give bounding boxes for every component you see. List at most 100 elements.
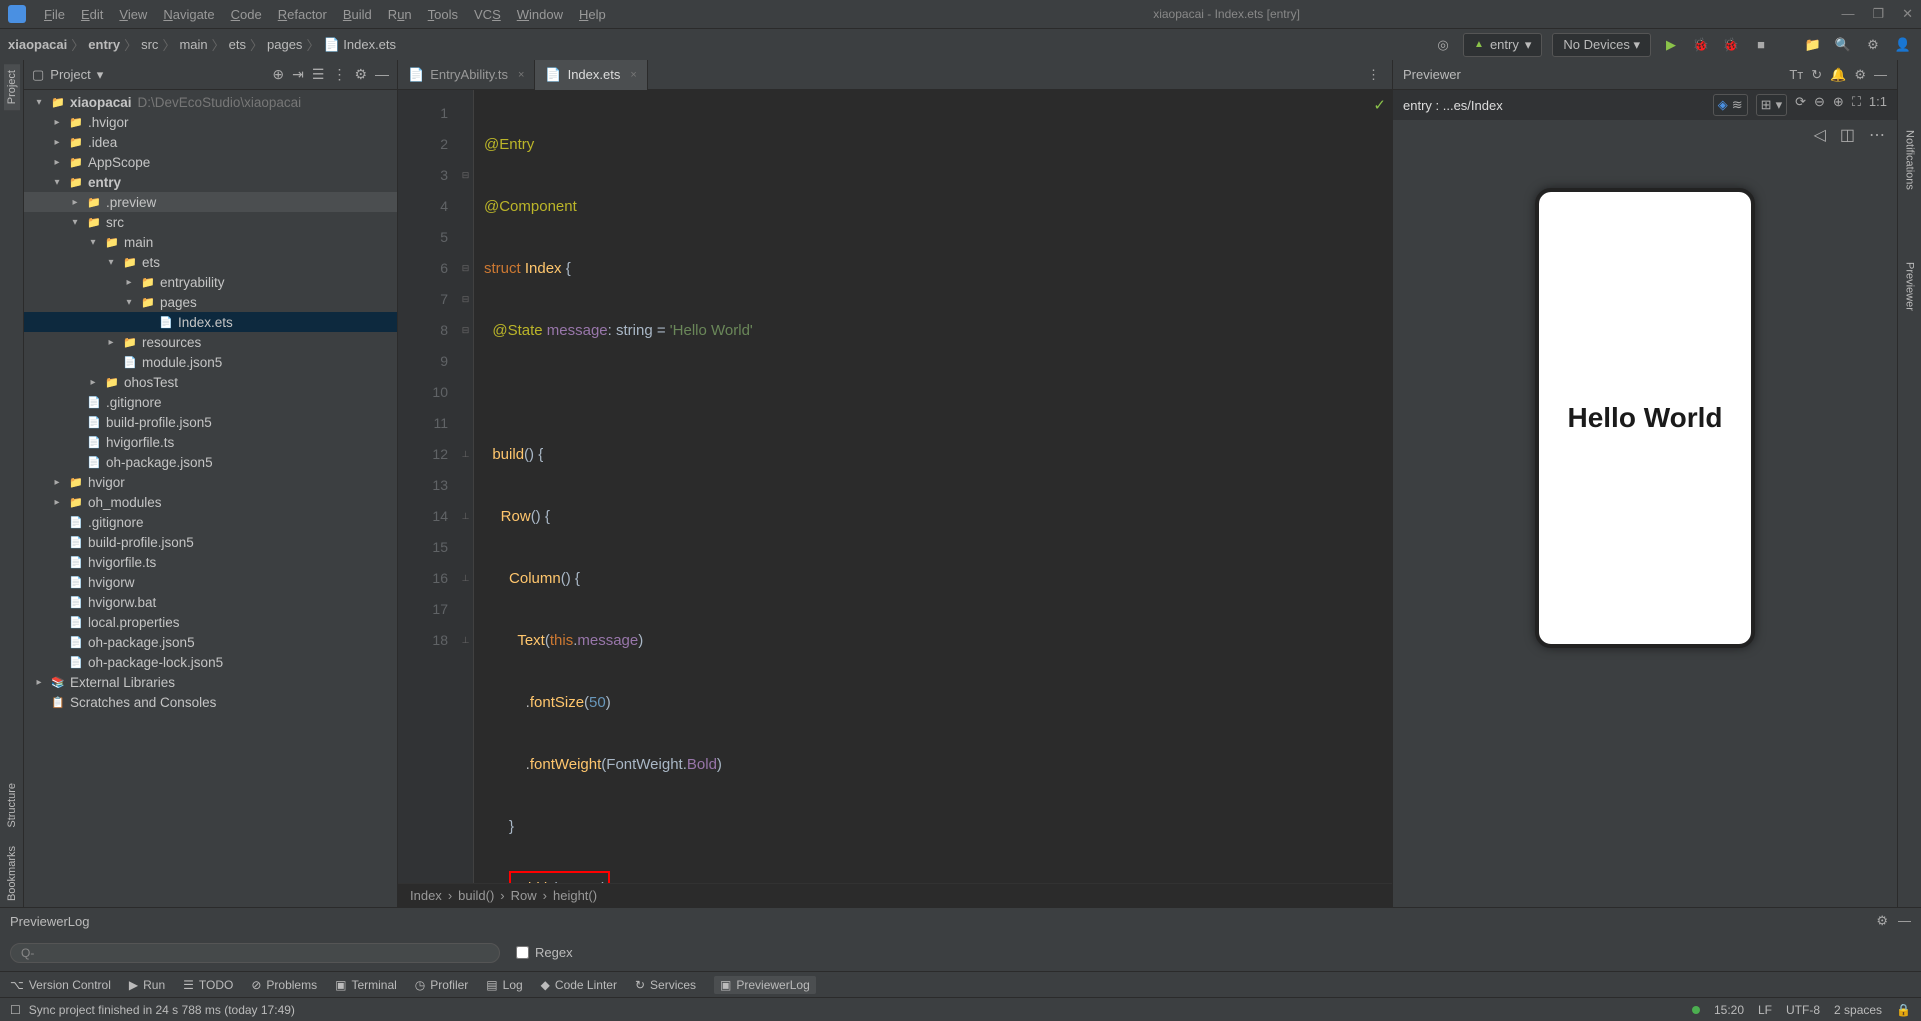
back-icon[interactable]: ◁ bbox=[1814, 125, 1826, 145]
bc-root[interactable]: xiaopacai bbox=[8, 37, 67, 52]
indent-info[interactable]: 2 spaces bbox=[1834, 1003, 1882, 1017]
tool-problems[interactable]: ⊘ Problems bbox=[251, 978, 317, 992]
tab-index[interactable]: 📄Index.ets× bbox=[535, 60, 647, 90]
tool-terminal[interactable]: ▣ Terminal bbox=[335, 978, 397, 992]
dropdown-icon[interactable]: ▾ bbox=[97, 67, 104, 83]
zoomout-icon[interactable]: ⊖ bbox=[1814, 94, 1825, 116]
tab-entryability[interactable]: 📄EntryAbility.ts× bbox=[398, 60, 535, 90]
select-opened-icon[interactable]: ⇥ bbox=[292, 66, 304, 83]
title-bar: File Edit View Navigate Code Refactor Bu… bbox=[0, 0, 1921, 28]
gear-icon[interactable]: ⚙ bbox=[1876, 913, 1888, 929]
tool-previewerlog[interactable]: ▣ PreviewerLog bbox=[714, 976, 816, 994]
settings-icon[interactable]: ⚙ bbox=[1863, 35, 1883, 55]
left-tab-project[interactable]: Project bbox=[4, 64, 20, 110]
editor-body[interactable]: ✓ 123456789101112131415161718 ⊟⊟⊟⊟⊥⊥⊥⊥ @… bbox=[398, 90, 1392, 883]
close-icon[interactable]: ✕ bbox=[1902, 6, 1913, 22]
debug-icon[interactable]: 🐞 bbox=[1691, 35, 1711, 55]
menu-help[interactable]: Help bbox=[573, 5, 612, 24]
rotate-icon[interactable]: ⟳ bbox=[1795, 94, 1806, 116]
bc-main[interactable]: main bbox=[179, 37, 207, 52]
fit-icon[interactable]: ⛶ bbox=[1852, 94, 1861, 116]
menu-edit[interactable]: Edit bbox=[75, 5, 109, 24]
bc-file[interactable]: 📄 Index.ets bbox=[323, 37, 396, 53]
stop-icon[interactable]: ■ bbox=[1751, 35, 1771, 55]
lock-icon[interactable]: 🔒 bbox=[1896, 1003, 1911, 1017]
tool-vcs[interactable]: ⌥ Version Control bbox=[10, 978, 111, 992]
menu-file[interactable]: File bbox=[38, 5, 71, 24]
run-icon[interactable]: ▶ bbox=[1661, 35, 1681, 55]
refresh-icon[interactable]: ↻ bbox=[1811, 67, 1822, 83]
close-icon[interactable]: × bbox=[630, 69, 636, 81]
bottom-tool-buttons: ⌥ Version Control ▶ Run ☰ TODO ⊘ Problem… bbox=[0, 971, 1921, 997]
preview-text: Hello World bbox=[1567, 402, 1722, 434]
project-icon: ▢ bbox=[32, 67, 44, 83]
right-tab-notifications[interactable]: Notifications bbox=[1902, 124, 1918, 196]
regex-checkbox[interactable]: Regex bbox=[516, 945, 573, 960]
target-icon[interactable]: ◎ bbox=[1433, 35, 1453, 55]
file-encoding[interactable]: UTF-8 bbox=[1786, 1003, 1820, 1017]
bell-icon[interactable]: 🔔 bbox=[1830, 67, 1846, 83]
layers-icon[interactable]: ≋ bbox=[1732, 97, 1743, 113]
left-tab-bookmarks[interactable]: Bookmarks bbox=[4, 840, 20, 907]
hide-icon[interactable]: ⋮ bbox=[332, 66, 346, 83]
bc-pages[interactable]: pages bbox=[267, 37, 302, 52]
project-title[interactable]: Project bbox=[50, 67, 90, 82]
tool-log[interactable]: ▤ Log bbox=[486, 978, 522, 992]
search-icon[interactable]: 🔍 bbox=[1833, 35, 1853, 55]
account-icon[interactable]: 👤 bbox=[1893, 35, 1913, 55]
tool-services[interactable]: ↻ Services bbox=[635, 978, 696, 992]
menu-vcs[interactable]: VCS bbox=[468, 5, 507, 24]
gear-icon[interactable]: ⚙ bbox=[1854, 67, 1866, 83]
inspector-icon[interactable]: ◈ bbox=[1718, 97, 1728, 113]
bc-entry[interactable]: entry bbox=[88, 37, 120, 52]
caret-position[interactable]: 15:20 bbox=[1714, 1003, 1744, 1017]
bc-ets[interactable]: ets bbox=[229, 37, 246, 52]
tabs-more-icon[interactable]: ⋮ bbox=[1355, 67, 1392, 83]
minimize-icon[interactable]: — bbox=[375, 66, 389, 83]
breadcrumb: xiaopacai〉 entry〉 src〉 main〉 ets〉 pages〉… bbox=[8, 35, 396, 54]
bc-src[interactable]: src bbox=[141, 37, 158, 52]
menu-run[interactable]: Run bbox=[382, 5, 418, 24]
preview-path: entry : ...es/Index bbox=[1403, 98, 1503, 113]
right-tab-previewer[interactable]: Previewer bbox=[1902, 256, 1918, 317]
left-tab-structure[interactable]: Structure bbox=[4, 777, 20, 834]
log-panel: PreviewerLog ⚙ — Q- Regex bbox=[0, 907, 1921, 971]
tool-run[interactable]: ▶ Run bbox=[129, 978, 165, 992]
grid-icon[interactable]: ⊞ bbox=[1761, 97, 1772, 113]
menu-refactor[interactable]: Refactor bbox=[272, 5, 333, 24]
minimize-icon[interactable]: — bbox=[1874, 67, 1887, 83]
menu-navigate[interactable]: Navigate bbox=[157, 5, 220, 24]
device-selector[interactable]: No Devices ▾ bbox=[1552, 33, 1651, 57]
menu-tools[interactable]: Tools bbox=[422, 5, 464, 24]
search-input[interactable]: Q- bbox=[10, 943, 500, 963]
project-tree[interactable]: ▾📁xiaopacaiD:\DevEcoStudio\xiaopacai ▸📁.… bbox=[24, 90, 397, 907]
text-size-icon[interactable]: Tᴛ bbox=[1789, 67, 1803, 83]
menu-view[interactable]: View bbox=[113, 5, 153, 24]
tool-profiler[interactable]: ◷ Profiler bbox=[415, 978, 469, 992]
collapse-icon[interactable]: ☰ bbox=[312, 66, 325, 83]
split-icon[interactable]: ◫ bbox=[1840, 125, 1855, 145]
gear-icon[interactable]: ⚙ bbox=[354, 66, 367, 83]
minimize-icon[interactable]: — bbox=[1898, 913, 1911, 929]
code-area[interactable]: @Entry @Component struct Index { @State … bbox=[474, 90, 1392, 883]
close-icon[interactable]: × bbox=[518, 69, 524, 81]
editor-breadcrumb: Index› build()› Row› height() bbox=[398, 883, 1392, 907]
fold-gutter: ⊟⊟⊟⊟⊥⊥⊥⊥ bbox=[458, 90, 474, 883]
line-separator[interactable]: LF bbox=[1758, 1003, 1772, 1017]
menu-code[interactable]: Code bbox=[225, 5, 268, 24]
dropdown-icon[interactable]: ▾ bbox=[1776, 97, 1783, 113]
menu-build[interactable]: Build bbox=[337, 5, 378, 24]
run-configuration[interactable]: ▲entry▾ bbox=[1463, 33, 1542, 57]
ratio-icon[interactable]: 1:1 bbox=[1869, 94, 1887, 116]
minimize-icon[interactable]: — bbox=[1841, 6, 1854, 22]
branch-icon[interactable]: 📁 bbox=[1803, 35, 1823, 55]
target-icon[interactable]: ⊕ bbox=[272, 66, 284, 83]
menu-window[interactable]: Window bbox=[511, 5, 569, 24]
line-numbers: 123456789101112131415161718 bbox=[398, 90, 458, 883]
attach-icon[interactable]: 🐞 bbox=[1721, 35, 1741, 55]
tool-codelinter[interactable]: ◆ Code Linter bbox=[541, 978, 617, 992]
maximize-icon[interactable]: ❐ bbox=[1872, 6, 1884, 22]
zoomin-icon[interactable]: ⊕ bbox=[1833, 94, 1844, 116]
more-icon[interactable]: ⋯ bbox=[1869, 125, 1885, 145]
tool-todo[interactable]: ☰ TODO bbox=[183, 978, 233, 992]
